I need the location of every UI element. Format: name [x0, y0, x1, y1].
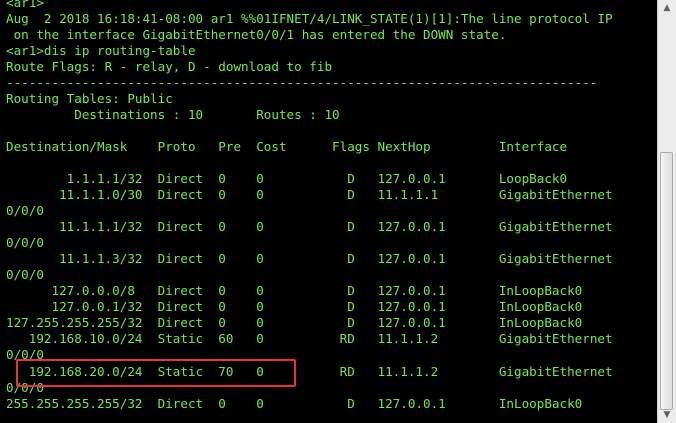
terminal-line: <ar1> — [6, 0, 44, 10]
terminal-line: 11.1.1.0/30 Direct 0 0 D 11.1.1.1 Gigabi… — [6, 187, 613, 202]
terminal-line: 11.1.1.3/32 Direct 0 0 D 127.0.0.1 Gigab… — [6, 251, 613, 266]
scroll-up-arrow-icon[interactable]: ▲ — [658, 0, 676, 16]
terminal-line: 1.1.1.1/32 Direct 0 0 D 127.0.0.1 LoopBa… — [6, 171, 568, 186]
terminal-line: 11.1.1.1/32 Direct 0 0 D 127.0.0.1 Gigab… — [6, 219, 613, 234]
terminal-line: Route Flags: R - relay, D - download to … — [6, 59, 333, 74]
terminal-line: 127.255.255.255/32 Direct 0 0 D 127.0.0.… — [6, 315, 583, 330]
terminal-line: 127.0.0.1/32 Direct 0 0 D 127.0.0.1 InLo… — [6, 299, 583, 314]
terminal-line: 255.255.255.255/32 Direct 0 0 D 127.0.0.… — [6, 396, 583, 411]
terminal-line: 127.0.0.0/8 Direct 0 0 D 127.0.0.1 InLoo… — [6, 283, 583, 298]
terminal-line: Destinations : 10 Routes : 10 — [6, 107, 340, 122]
terminal-line: <ar1>dis ip routing-table — [6, 43, 196, 58]
vertical-scrollbar[interactable]: ▲ ▼ — [657, 0, 676, 423]
terminal-line: 0/0/0 — [6, 235, 44, 250]
scrollbar-thumb[interactable] — [660, 152, 673, 410]
terminal-line: 0/0/0 — [6, 267, 44, 282]
terminal-line: Aug 2 2018 16:18:41-08:00 ar1 %%01IFNET/… — [6, 11, 613, 26]
scroll-down-arrow-icon[interactable]: ▼ — [658, 407, 676, 423]
terminal-line: 0/0/0 — [6, 203, 44, 218]
highlight-box — [16, 359, 296, 387]
terminal-line: 192.168.10.0/24 Static 60 0 RD 11.1.1.2 … — [6, 331, 613, 346]
terminal-line: ----------------------------------------… — [6, 75, 598, 90]
terminal-line: on the interface GigabitEthernet0/0/1 ha… — [6, 27, 507, 42]
terminal-line: Destination/Mask Proto Pre Cost Flags Ne… — [6, 139, 568, 154]
terminal-window[interactable]: <ar1> Aug 2 2018 16:18:41-08:00 ar1 %%01… — [0, 0, 658, 423]
terminal-line: Routing Tables: Public — [6, 91, 173, 106]
